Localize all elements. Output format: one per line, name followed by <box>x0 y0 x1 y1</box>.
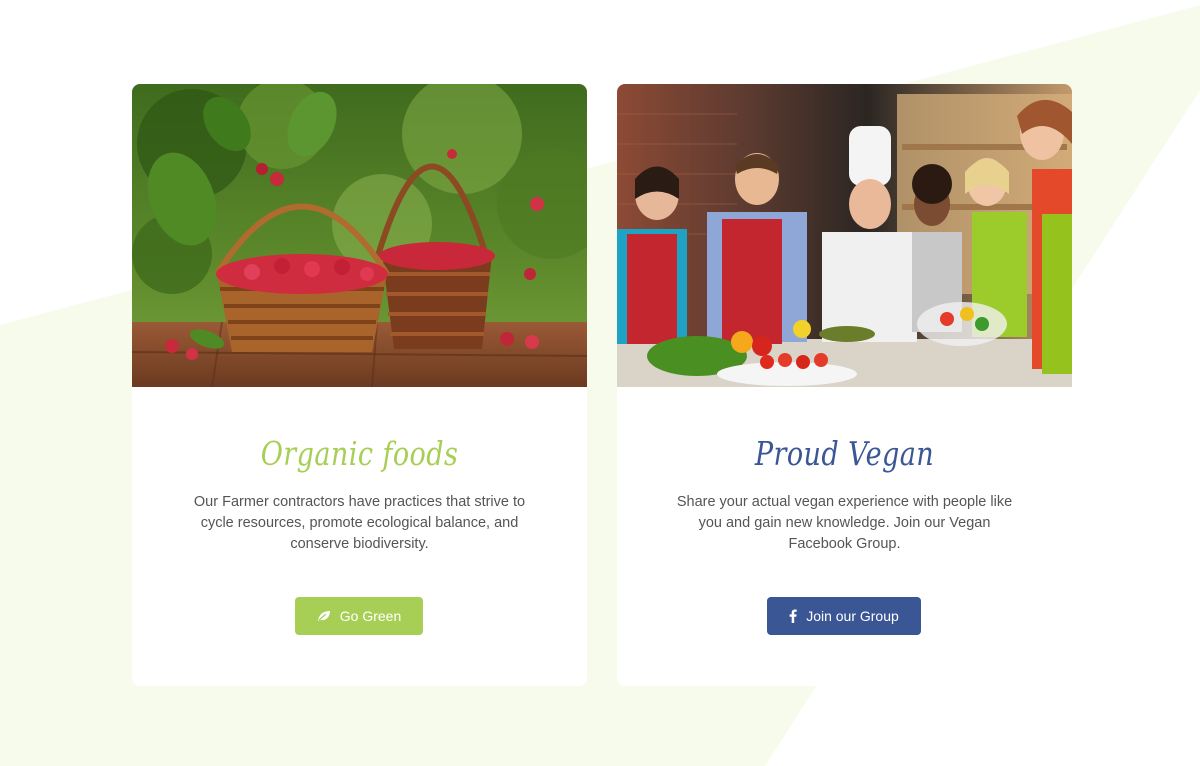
raspberries-image <box>132 84 587 387</box>
leaf-icon <box>317 610 331 622</box>
join-group-button[interactable]: Join our Group <box>767 597 921 635</box>
card-organic-foods: Organic foods Our Farmer contractors hav… <box>132 84 587 686</box>
cooking-class-image <box>617 84 1072 387</box>
card-description: Our Farmer contractors have practices th… <box>193 494 526 552</box>
card-proud-vegan: Proud Vegan Share your actual vegan expe… <box>617 84 1072 686</box>
button-label: Join our Group <box>806 608 899 624</box>
section: Organic foods Our Farmer contractors hav… <box>0 0 1200 766</box>
card-title: Proud Vegan <box>754 434 935 473</box>
facebook-icon <box>789 609 797 623</box>
button-label: Go Green <box>339 608 402 624</box>
card-title: Organic foods <box>260 434 459 473</box>
card-description: Share your actual vegan experience with … <box>676 494 1013 552</box>
go-green-button[interactable]: Go Green <box>295 597 423 635</box>
